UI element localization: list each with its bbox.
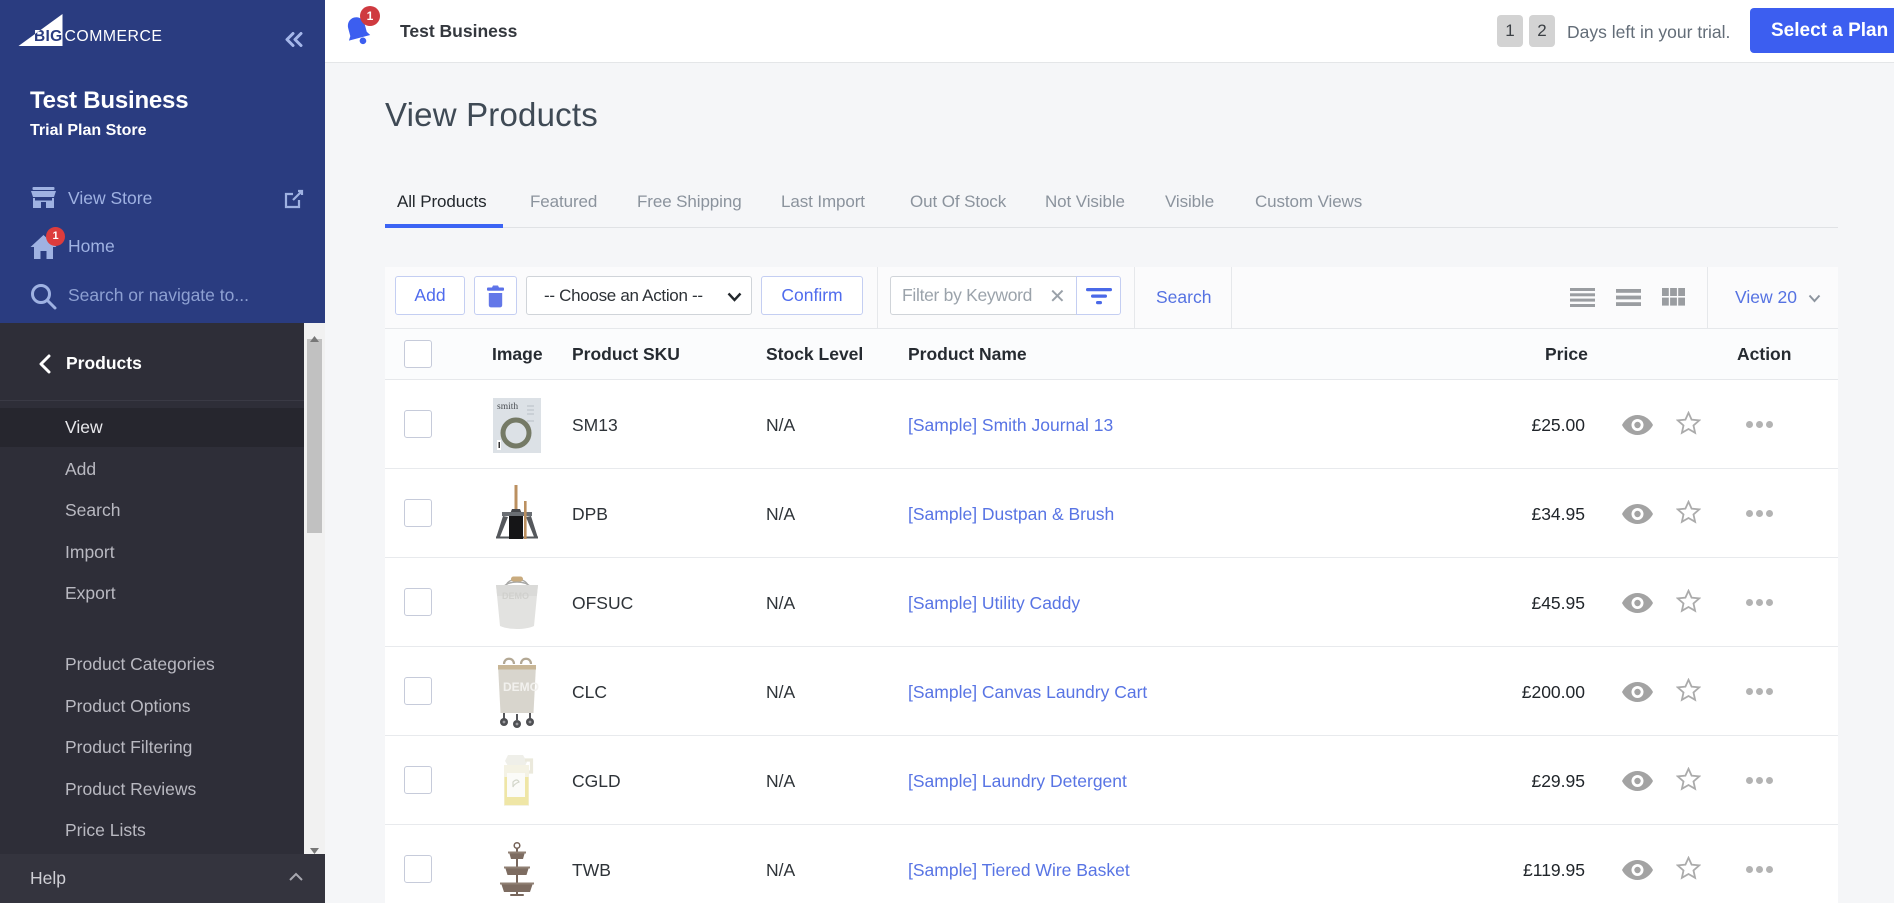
svg-text:DEMO: DEMO — [502, 591, 529, 601]
svg-text:smith: smith — [497, 402, 518, 412]
svg-text:COMMERCE: COMMERCE — [65, 28, 163, 45]
svg-text:DEMO: DEMO — [503, 680, 539, 694]
